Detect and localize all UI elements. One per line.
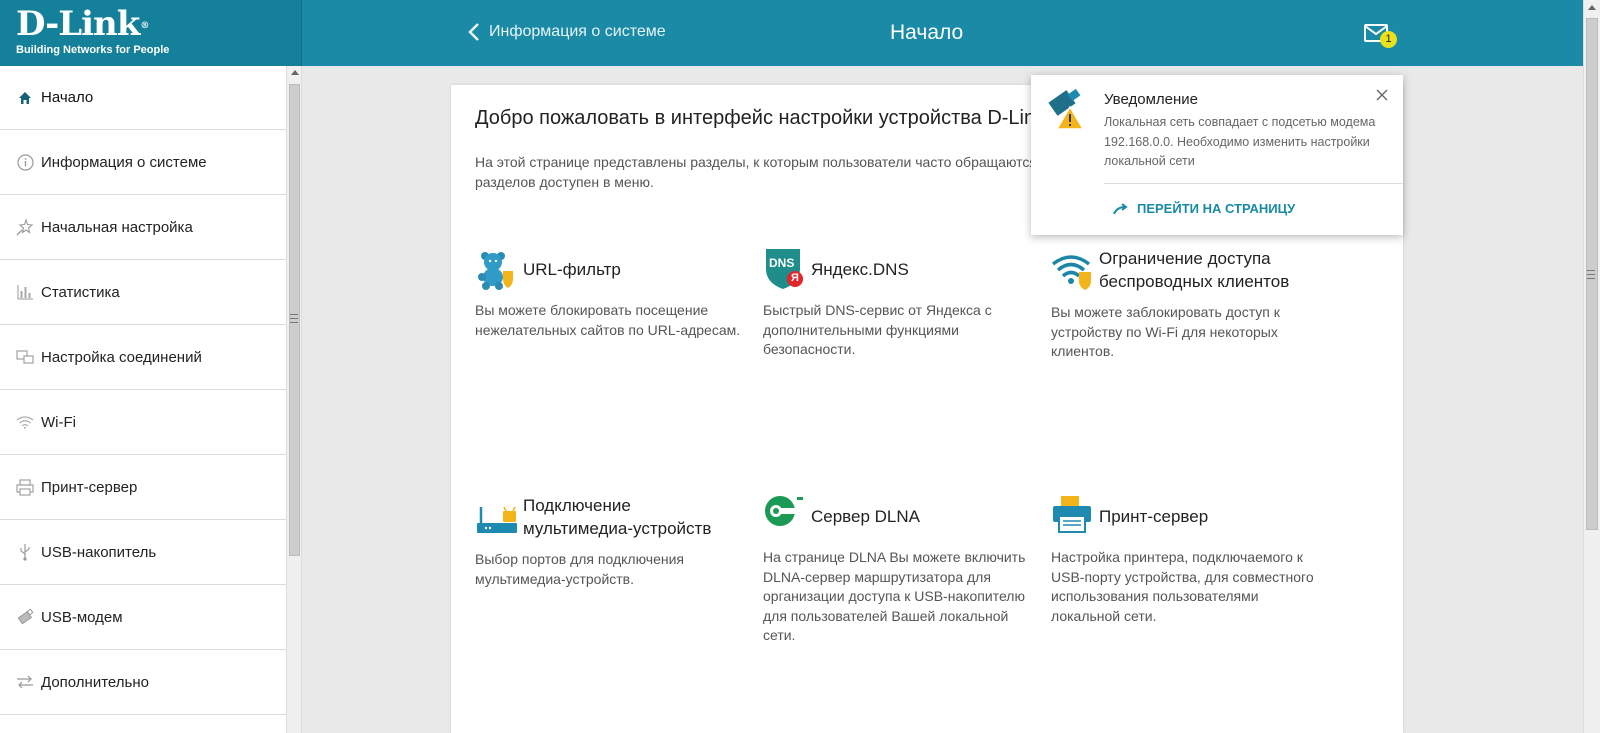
printer-icon [16, 478, 34, 496]
sidebar-item-system-info[interactable]: Информация о системе [0, 130, 286, 195]
bar-chart-icon [16, 283, 34, 301]
tile-url-filter[interactable]: URL-фильтр Вы можете блокировать посещен… [475, 247, 745, 340]
back-link-label: Информация о системе [489, 23, 666, 40]
usb-modem-icon [16, 608, 34, 626]
sidebar-item-label: USB-накопитель [41, 543, 157, 561]
notification-title: Уведомление [1104, 91, 1199, 108]
dns-badge-text: DNS [769, 256, 795, 270]
notifications-button[interactable]: 1 [1364, 24, 1400, 50]
sidebar-item-wifi[interactable]: Wi-Fi [0, 390, 286, 455]
tile-description: На странице DLNA Вы можете включить DLNA… [763, 549, 1026, 643]
go-to-page-label: ПЕРЕЙТИ НА СТРАНИЦУ [1137, 201, 1296, 216]
scroll-grip-icon [1587, 270, 1595, 279]
home-icon [16, 89, 34, 107]
notification-count-badge: 1 [1380, 31, 1397, 48]
tile-title[interactable]: URL-фильтр [523, 258, 621, 281]
printer-color-icon [1051, 494, 1095, 538]
dns-shield-icon: DNS Я [763, 247, 807, 291]
sidebar-item-label: Информация о системе [41, 153, 207, 171]
tile-title[interactable]: Яндекс.DNS [811, 258, 909, 281]
sidebar-item-label: Настройка соединений [41, 348, 202, 366]
tile-dlna[interactable]: Сервер DLNA На странице DLNA Вы можете в… [763, 494, 1033, 646]
sidebar-item-statistics[interactable]: Статистика [0, 260, 286, 325]
tile-multimedia[interactable]: Подключение мультимедиа-устройств Выбор … [475, 494, 745, 589]
tile-print-server[interactable]: Принт-сервер Настройка принтера, подключ… [1051, 494, 1321, 626]
scroll-grip-icon [290, 314, 298, 323]
sidebar-item-label: USB-модем [41, 608, 123, 626]
sidebar-item-usb-storage[interactable]: USB-накопитель [0, 520, 286, 585]
sidebar-nav: Начало Информация о системе Начальная на… [0, 66, 286, 733]
tile-description: Настройка принтера, подключаемого к USB-… [1051, 549, 1314, 624]
sidebar-item-label: Wi-Fi [41, 413, 76, 431]
advanced-arrows-icon [16, 673, 34, 691]
sidebar-item-label: Принт-сервер [41, 478, 138, 496]
tile-description: Вы можете заблокировать доступ к устройс… [1051, 304, 1280, 359]
intro-text: На этой странице представлены разделы, к… [475, 152, 1055, 192]
arrow-right-icon [1113, 202, 1128, 214]
tile-description: Выбор портов для подключения мультимедиа… [475, 551, 684, 587]
wizard-star-icon [16, 218, 34, 236]
sidebar-item-home[interactable]: Начало [0, 66, 286, 130]
notification-popup: Уведомление Локальная сеть совпадает с п… [1031, 75, 1403, 235]
sidebar-scrollbar[interactable] [286, 66, 302, 733]
teddy-bear-shield-icon [475, 247, 519, 291]
tile-title[interactable]: Ограничение доступа беспроводных клиенто… [1099, 247, 1331, 293]
page-title: Начало [890, 21, 964, 44]
sidebar-item-advanced[interactable]: Дополнительно [0, 650, 286, 715]
sidebar-item-label: Начальная настройка [41, 218, 193, 236]
network-warning-icon [1045, 88, 1089, 133]
dlna-icon [763, 494, 807, 538]
sidebar-item-label: Начало [41, 89, 94, 106]
top-header: D-Link® Building Networks for People Инф… [0, 0, 1583, 66]
wifi-icon [16, 413, 34, 431]
intro-line-2: разделов доступен в меню. [475, 174, 654, 190]
welcome-heading: Добро пожаловать в интерфейс настройки у… [475, 107, 1046, 129]
sidebar-item-print-server[interactable]: Принт-сервер [0, 455, 286, 520]
tile-title[interactable]: Подключение мультимедиа-устройств [523, 494, 745, 540]
tile-title[interactable]: Принт-сервер [1099, 505, 1208, 528]
chevron-left-icon [468, 23, 479, 41]
info-icon [16, 153, 34, 171]
connections-icon [16, 348, 34, 366]
tile-description: Быстрый DNS-сервис от Яндекса с дополнит… [763, 302, 992, 357]
tile-wireless-restriction[interactable]: Ограничение доступа беспроводных клиенто… [1051, 247, 1331, 362]
go-to-page-button[interactable]: ПЕРЕЙТИ НА СТРАНИЦУ [1113, 201, 1295, 216]
usb-icon [16, 543, 34, 561]
logo-subtitle: Building Networks for People [16, 44, 170, 56]
page-scrollbar[interactable] [1583, 0, 1600, 733]
sidebar-item-connections[interactable]: Настройка соединений [0, 325, 286, 390]
intro-line-1: На этой странице представлены разделы, к… [475, 154, 1037, 170]
logo-title: D-Link [16, 4, 140, 44]
wifi-shield-icon [1051, 248, 1095, 292]
tile-yandex-dns[interactable]: DNS Я Яндекс.DNS Быстрый DNS-сервис от Я… [763, 247, 1033, 360]
router-tv-icon [475, 495, 519, 539]
scroll-up-arrow-icon[interactable] [291, 70, 299, 75]
sidebar-item-usb-modem[interactable]: USB-модем [0, 585, 286, 650]
notification-text: Локальная сеть совпадает с подсетью моде… [1104, 115, 1376, 168]
tile-title[interactable]: Сервер DLNA [811, 505, 920, 528]
sidebar-item-initial-setup[interactable]: Начальная настройка [0, 195, 286, 260]
scroll-up-arrow-icon[interactable] [1588, 5, 1596, 10]
yandex-badge-text: Я [791, 272, 799, 284]
sidebar-item-label: Статистика [41, 283, 120, 301]
notification-divider [1104, 183, 1403, 184]
logo-registered-mark: ® [140, 21, 149, 31]
close-icon[interactable] [1374, 87, 1390, 103]
tile-description: Вы можете блокировать посещение нежелате… [475, 302, 741, 338]
logo[interactable]: D-Link® Building Networks for People [0, 0, 302, 66]
back-link[interactable]: Информация о системе [468, 22, 666, 42]
sidebar-item-label: Дополнительно [41, 673, 149, 691]
